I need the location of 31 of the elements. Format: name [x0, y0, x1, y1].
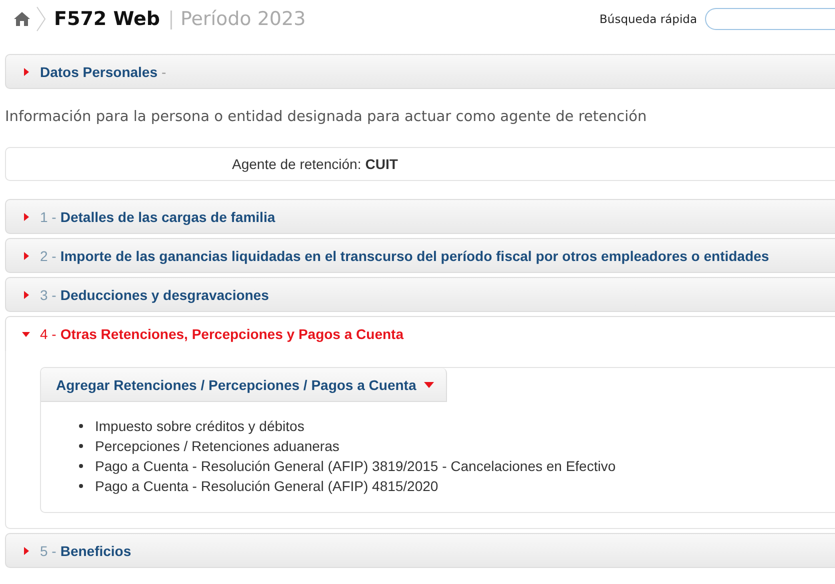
- breadcrumb-chevron-icon: [36, 6, 46, 32]
- menu-item[interactable]: Impuesto sobre créditos y débitos: [95, 416, 304, 436]
- search-field[interactable]: [705, 8, 835, 30]
- bullet-icon: [79, 484, 83, 488]
- info-text: Información para la persona o entidad designada para actuar como agente de retención: [5, 109, 648, 125]
- caret-right-icon: [22, 290, 30, 300]
- app-title: F572 Web: [54, 8, 160, 30]
- section-header[interactable]: Datos Personales -: [5, 54, 835, 89]
- bullet-icon: [79, 464, 83, 468]
- agent-panel: Agente de retención: CUIT: [5, 147, 835, 181]
- caret-down-icon: [22, 329, 30, 339]
- bullet-icon: [79, 424, 83, 428]
- caret-right-icon: [22, 212, 30, 222]
- menu-item[interactable]: Pago a Cuenta - Resolución General (AFIP) 4815/2020: [95, 476, 438, 496]
- caret-icon: [424, 382, 434, 388]
- period-label: Período 2023: [180, 8, 306, 30]
- section-header[interactable]: 4 - Otras Retenciones, Percepciones y Pagos a Cuenta: [5, 316, 835, 351]
- menu-item[interactable]: Percepciones / Retenciones aduaneras: [95, 436, 340, 456]
- section-header[interactable]: 2 - Importe de las ganancias liquidadas en el transcurso del período fiscal por otros empleadores o entidades: [5, 238, 835, 273]
- caret-right-icon: [22, 546, 30, 556]
- section-header[interactable]: 5 - Beneficios: [5, 533, 835, 568]
- caret-right-icon: [22, 250, 30, 260]
- section-header[interactable]: 3 - Deducciones y desgravaciones: [5, 277, 835, 312]
- home-icon[interactable]: [14, 12, 30, 26]
- search-label: Búsqueda rápida: [600, 12, 697, 26]
- caret-right-icon: [22, 66, 30, 76]
- section-header[interactable]: 1 - Detalles de las cargas de familia: [5, 199, 835, 234]
- bullet-icon: [79, 444, 83, 448]
- menu-item[interactable]: Pago a Cuenta - Resolución General (AFIP) 3819/2015 - Cancelaciones en Efectivo: [95, 456, 616, 476]
- title-separator: |: [168, 8, 174, 30]
- add-menu-button[interactable]: Agregar Retenciones / Percepciones / Pagos a Cuenta: [41, 368, 448, 402]
